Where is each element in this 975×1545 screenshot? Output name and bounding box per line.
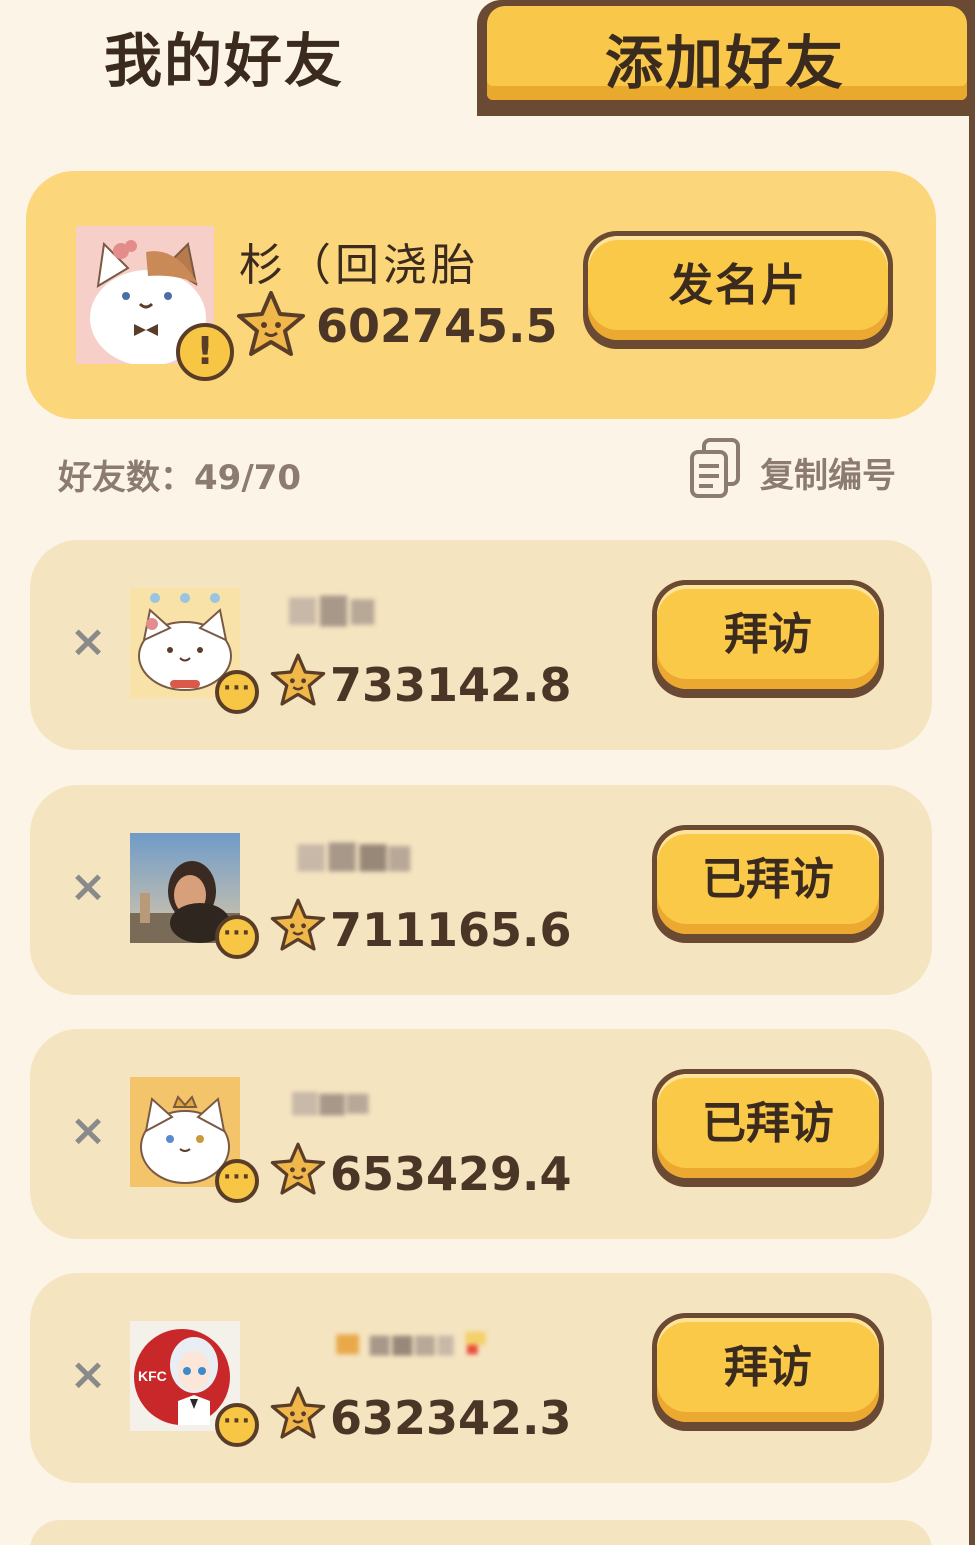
friend-row: × ··· 653429.4 已拜访 (30, 1029, 932, 1239)
my-nickname: 杉（回浇胎 (239, 240, 479, 291)
friend-count: 好友数：49/70 (58, 458, 302, 498)
friend-score: 632342.3 (330, 1391, 572, 1445)
svg-text:KFC: KFC (138, 1368, 167, 1384)
friend-score: 733142.8 (330, 658, 572, 712)
friends-page: 我的好友 添加好友 ! 杉（回浇胎 602745.5 发名片 好友数：49/70… (0, 0, 975, 1545)
friend-name-blurred (297, 842, 411, 872)
panel-border (969, 0, 975, 1545)
copy-id-label: 复制编号 (760, 456, 896, 496)
visit-button[interactable]: 拜访 (652, 580, 884, 698)
more-icon[interactable]: ··· (215, 670, 259, 714)
friend-row: × ··· (30, 540, 932, 750)
star-icon (270, 653, 326, 706)
friend-name-blurred (336, 1331, 486, 1356)
visit-button-label: 拜访 (657, 1318, 879, 1422)
close-icon[interactable]: × (68, 1353, 108, 1397)
visit-button-label: 拜访 (657, 585, 879, 689)
tab-divider (477, 110, 975, 116)
tab-add-friend[interactable]: 添加好友 (477, 0, 975, 112)
my-score: 602745.5 (316, 299, 558, 353)
more-icon[interactable]: ··· (215, 915, 259, 959)
tab-my-friends[interactable]: 我的好友 (0, 0, 478, 112)
friend-row: × ··· (30, 785, 932, 995)
alert-badge-icon: ! (176, 323, 234, 381)
star-icon (270, 1142, 326, 1195)
close-icon[interactable]: × (68, 1109, 108, 1153)
send-card-label: 发名片 (588, 236, 888, 340)
more-icon[interactable]: ··· (215, 1159, 259, 1203)
visited-button[interactable]: 已拜访 (652, 1069, 884, 1187)
star-icon (270, 898, 326, 951)
tab-add-friend-label: 添加好友 (605, 29, 846, 97)
copy-icon (690, 438, 740, 498)
friend-name-blurred (292, 1091, 369, 1116)
star-icon (270, 1386, 326, 1439)
friend-score: 711165.6 (330, 903, 572, 957)
visited-button[interactable]: 已拜访 (652, 825, 884, 943)
friend-row-partial (30, 1520, 932, 1545)
send-card-button[interactable]: 发名片 (583, 231, 893, 349)
star-icon (237, 291, 305, 356)
friend-name-blurred (288, 595, 375, 627)
visit-button[interactable]: 拜访 (652, 1313, 884, 1431)
friend-row: × KFC ··· 632342.3 拜访 (30, 1273, 932, 1483)
visit-button-label: 已拜访 (657, 830, 879, 934)
friend-score: 653429.4 (330, 1147, 572, 1201)
visit-button-label: 已拜访 (657, 1074, 879, 1178)
more-icon[interactable]: ··· (215, 1403, 259, 1447)
close-icon[interactable]: × (68, 620, 108, 664)
tab-my-friends-label: 我的好友 (104, 27, 345, 95)
close-icon[interactable]: × (68, 865, 108, 909)
my-profile-card: ! 杉（回浇胎 602745.5 发名片 (26, 171, 936, 419)
